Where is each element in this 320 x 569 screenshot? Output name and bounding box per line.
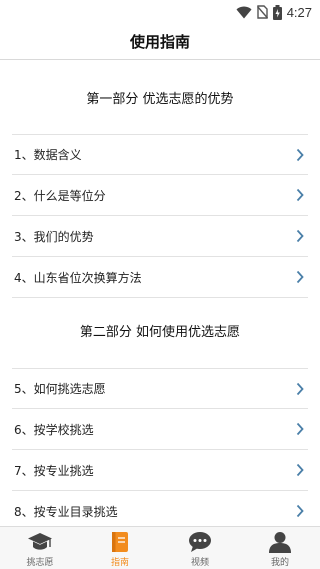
tab-video[interactable]: 视频 xyxy=(160,527,240,569)
list-item-by-major[interactable]: 7、按专业挑选 xyxy=(12,450,308,491)
chevron-right-icon xyxy=(296,504,304,518)
tab-guide[interactable]: 指南 xyxy=(80,527,160,569)
list-item-our-advantages[interactable]: 3、我们的优势 xyxy=(12,216,308,257)
list-item-label: 3、我们的优势 xyxy=(14,229,94,244)
list-item-label: 5、如何挑选志愿 xyxy=(14,382,106,396)
list-item-by-major-catalog[interactable]: 8、按专业目录挑选 xyxy=(12,491,308,526)
guide-content[interactable]: 第一部分 优选志愿的优势 1、数据含义 2、什么是等位分 3、我们的优势 4、山… xyxy=(0,61,320,526)
list-item-data-meaning[interactable]: 1、数据含义 xyxy=(12,134,308,175)
list-item-label: 7、按专业挑选 xyxy=(14,463,94,478)
chevron-right-icon xyxy=(296,229,304,243)
list-item-equivalent-score[interactable]: 2、什么是等位分 xyxy=(12,175,308,216)
tab-mine[interactable]: 我的 xyxy=(240,527,320,569)
chat-bubble-icon xyxy=(186,530,214,554)
tab-choose-volunteer[interactable]: 挑志愿 xyxy=(0,527,80,569)
tab-label: 挑志愿 xyxy=(26,558,54,568)
person-icon xyxy=(266,530,294,554)
status-bar: 4:27 xyxy=(0,0,320,24)
chevron-right-icon xyxy=(296,188,304,202)
chevron-right-icon xyxy=(296,422,304,436)
section-title-advantages: 第一部分 优选志愿的优势 xyxy=(86,92,234,107)
list-item-label: 1、数据含义 xyxy=(14,148,82,162)
advantages-list: 1、数据含义 2、什么是等位分 3、我们的优势 4、山东省位次换算方法 xyxy=(12,134,308,298)
how-to-use-list: 5、如何挑选志愿 6、按学校挑选 7、按专业挑选 8、按专业目录挑选 xyxy=(12,368,308,526)
chevron-right-icon xyxy=(296,270,304,284)
list-item-rank-conversion[interactable]: 4、山东省位次换算方法 xyxy=(12,257,308,298)
tab-label: 我的 xyxy=(270,558,289,568)
chevron-right-icon xyxy=(296,148,304,161)
book-icon xyxy=(106,530,134,554)
tab-label: 指南 xyxy=(110,558,129,568)
bottom-tab-bar: 挑志愿 指南 视频 我的 xyxy=(0,526,320,569)
tab-label: 视频 xyxy=(190,558,209,568)
battery-charging-icon xyxy=(272,4,282,20)
list-item-label: 2、什么是等位分 xyxy=(14,188,106,203)
list-item-by-school[interactable]: 6、按学校挑选 xyxy=(12,409,308,450)
app-header: 使用指南 xyxy=(0,24,320,60)
list-item-label: 4、山东省位次换算方法 xyxy=(14,270,142,285)
chevron-right-icon xyxy=(296,463,304,477)
chevron-right-icon xyxy=(296,382,304,395)
page-title: 使用指南 xyxy=(129,33,190,51)
list-item-label: 6、按学校挑选 xyxy=(14,422,94,437)
status-icons: 4:27 xyxy=(236,3,312,21)
graduation-cap-icon xyxy=(26,530,54,554)
list-item-label: 8、按专业目录挑选 xyxy=(14,504,118,519)
section-title-how-to-use: 第二部分 如何使用优选志愿 xyxy=(79,325,241,340)
status-time: 4:27 xyxy=(286,4,312,20)
no-sim-icon xyxy=(256,5,268,19)
wifi-icon xyxy=(236,6,252,18)
list-item-how-to-choose[interactable]: 5、如何挑选志愿 xyxy=(12,368,308,409)
